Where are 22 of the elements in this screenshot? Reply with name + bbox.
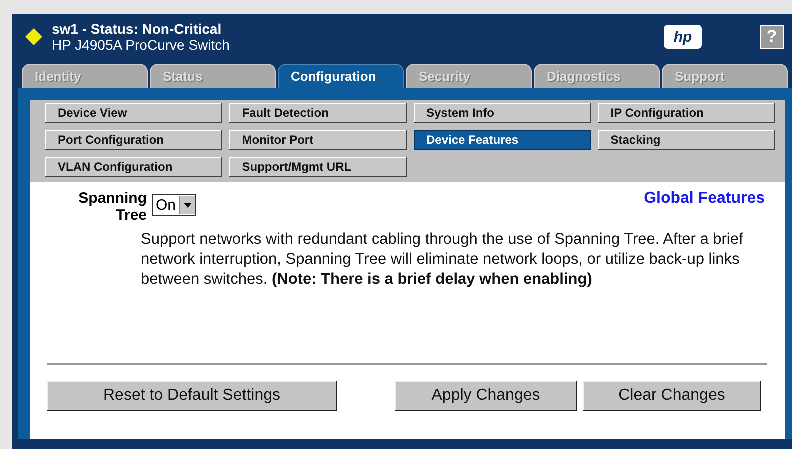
subnav-button[interactable]: Device View	[45, 103, 222, 123]
setting-label: Spanning Tree	[78, 190, 147, 224]
apply-changes-button[interactable]: Apply Changes	[395, 381, 577, 411]
subnav-button[interactable]: Device Features	[414, 130, 591, 150]
device-model: HP J4905A ProCurve Switch	[52, 37, 231, 53]
subnav-button[interactable]: IP Configuration	[598, 103, 775, 123]
reset-defaults-button[interactable]: Reset to Default Settings	[47, 381, 337, 411]
description-text: Support networks with redundant cabling through the use of Spanning Tree. After a brief network interruption, Spanning Tree will eliminate network loops, or utilize back-up links between switches. (Note: There is a brief delay when enabling)	[141, 230, 744, 290]
subnav-button[interactable]: Monitor Port	[229, 130, 406, 150]
global-features-link[interactable]: Global Features	[644, 190, 765, 208]
logo: hp	[664, 25, 702, 49]
device-status-title: sw1 - Status: Non-Critical	[52, 21, 223, 37]
subnav-button[interactable]: System Info	[414, 103, 591, 123]
subnav-button[interactable]: VLAN Configuration	[45, 157, 222, 177]
tab[interactable]: Configuration	[278, 64, 404, 88]
subnav-button[interactable]: Fault Detection	[229, 103, 406, 123]
subnav-button[interactable]: Stacking	[598, 130, 775, 150]
clear-changes-button[interactable]: Clear Changes	[583, 381, 761, 411]
subnav-button[interactable]: Support/Mgmt URL	[229, 157, 406, 177]
dropdown-arrow-icon	[184, 202, 192, 208]
subnav-button[interactable]: Port Configuration	[45, 130, 222, 150]
setting-dropdown[interactable]: On	[152, 194, 196, 216]
